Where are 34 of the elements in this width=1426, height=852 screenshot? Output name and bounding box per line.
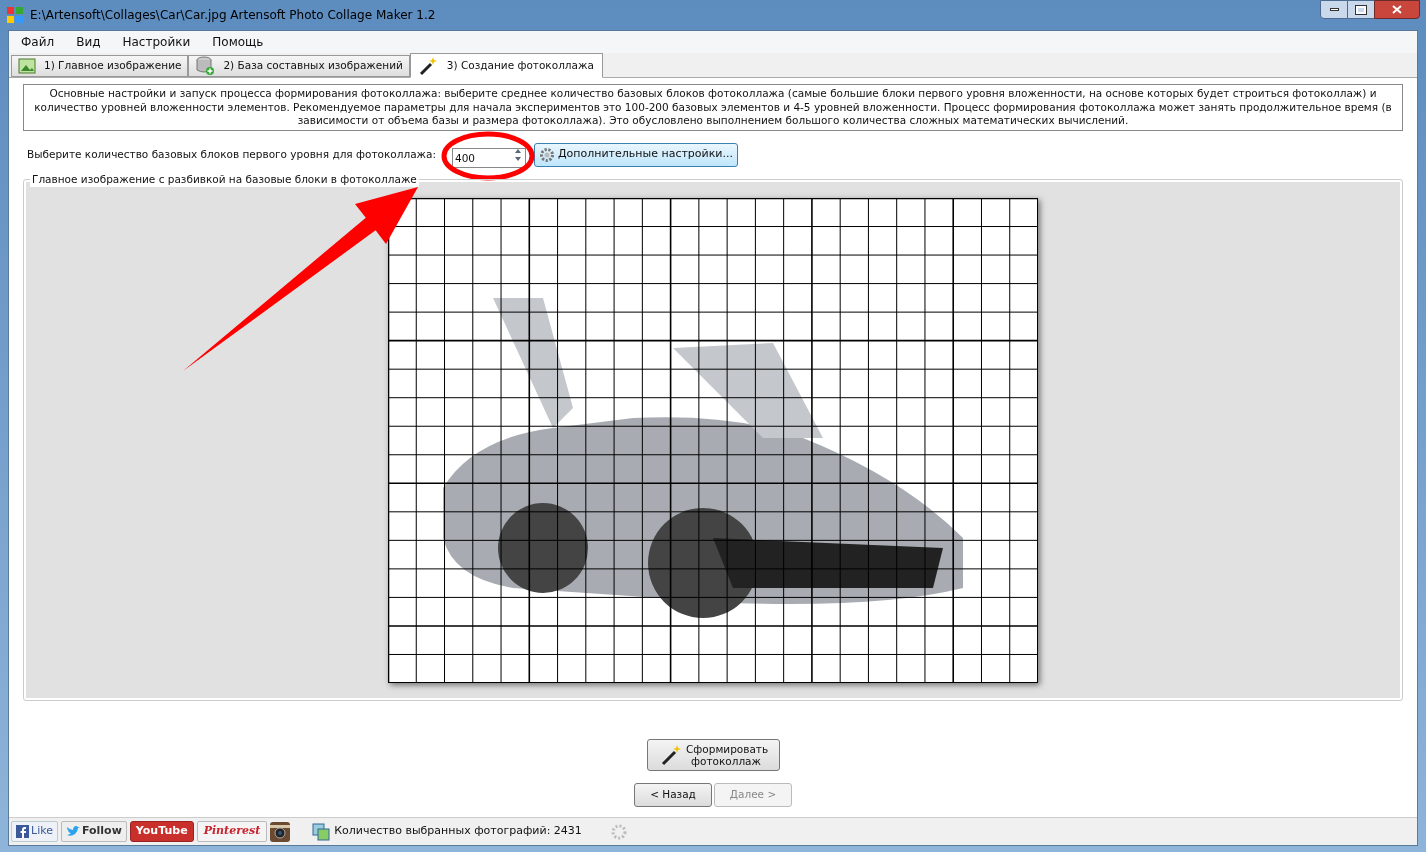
back-button[interactable]: < Назад bbox=[634, 782, 712, 807]
blocks-count-input[interactable]: 400 bbox=[452, 147, 526, 168]
gear-icon bbox=[539, 146, 555, 163]
description-text: Основные настройки и запуск процесса формирования фотоколлажа: выберите среднее количество базовых блоков фотоколлажа (самые большие блоки первого уровня вложенности, на основе которых будет строиться фотоколлаж) и количество уровней вложенности элементов. Рекомендуемое параметры для начала экспериментов это 100-200 базовых элементов и 4-5 уровней вложенности. Процесс формирования фотоколлажа может занять продолжительное время (в зависимости от объема базы и размера фотоколлажа). Это обусловлено выполнением большого количества сложных математических вычислений. bbox=[23, 84, 1403, 131]
tab[interactable]: 3) Создание фотоколлажа bbox=[409, 53, 603, 78]
maximize-button[interactable] bbox=[1348, 0, 1374, 19]
tab[interactable]: 1) Главное изображение bbox=[11, 55, 189, 77]
magic-wand-icon bbox=[418, 55, 439, 76]
advanced-settings-label: Дополнительные настройки... bbox=[558, 146, 733, 163]
app-icon bbox=[6, 6, 24, 24]
pinterest-button[interactable]: Pinterest bbox=[196, 821, 268, 842]
youtube-button[interactable]: YouTube bbox=[129, 821, 194, 842]
menu-item[interactable]: Помощь bbox=[212, 33, 264, 51]
picture-icon bbox=[18, 58, 36, 74]
loading-spinner-icon bbox=[609, 822, 628, 841]
close-button[interactable] bbox=[1374, 0, 1420, 19]
menu-item[interactable]: Вид bbox=[76, 33, 101, 51]
window-title: E:\Artensoft\Collages\Car\Car.jpg Artensoft Photo Collage Maker 1.2 bbox=[30, 7, 436, 24]
follow-button[interactable]: Follow bbox=[60, 821, 127, 842]
close-icon bbox=[1392, 5, 1402, 14]
like-button[interactable]: Like bbox=[11, 821, 58, 842]
menu-item[interactable]: Файл bbox=[21, 33, 55, 51]
advanced-settings-button[interactable]: Дополнительные настройки... bbox=[534, 142, 738, 167]
blocks-count-label: Выберите количество базовых блоков первого уровня для фотоколлажа: bbox=[27, 146, 436, 162]
database-icon bbox=[195, 56, 216, 76]
generate-collage-button[interactable]: Сформировать фотоколлаж bbox=[646, 738, 780, 771]
tab[interactable]: 2) База составных изображений bbox=[188, 55, 410, 77]
f-logo-icon bbox=[16, 825, 29, 838]
camera-icon[interactable] bbox=[270, 821, 291, 842]
photos-icon bbox=[312, 822, 331, 841]
bird-icon bbox=[65, 825, 80, 838]
status-text: Количество выбранных фотографий: 2431 bbox=[334, 823, 582, 840]
menu-item[interactable]: Настройки bbox=[122, 33, 191, 51]
minimize-button[interactable] bbox=[1320, 0, 1348, 19]
